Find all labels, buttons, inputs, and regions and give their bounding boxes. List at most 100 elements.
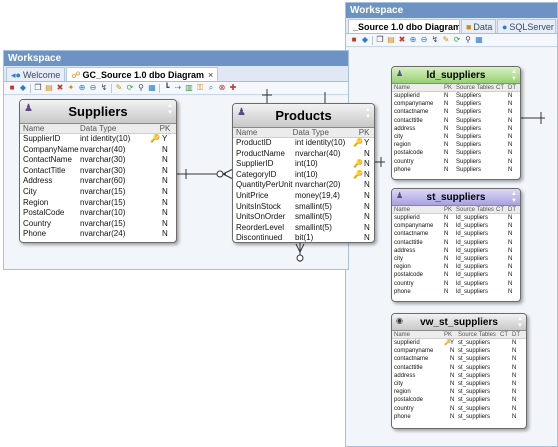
table-rows: supplierid Nld_suppliers N companyname Nld_… <box>392 214 520 296</box>
field-source: ld_suppliers <box>456 255 489 262</box>
field-name: address <box>394 247 416 254</box>
table-ld-suppliers[interactable]: ♟ ld_suppliers ▲ ▼ Name PK Source Tables … <box>391 66 521 180</box>
table-row[interactable]: City nvarchar(15) N <box>20 187 176 198</box>
table-row[interactable]: country Nst_suppliers N <box>392 405 526 413</box>
field-dt: N <box>508 215 513 221</box>
field-name: contacttitle <box>394 117 423 124</box>
table-row[interactable]: region N Suppliers N <box>392 141 520 149</box>
table-row[interactable]: city Nld_suppliers N <box>392 255 520 263</box>
table-row[interactable]: phone Nst_suppliers N <box>392 413 526 421</box>
table-row[interactable]: UnitPrice money(19,4) N <box>233 191 374 202</box>
field-dt: N <box>512 372 517 379</box>
table-row[interactable]: companyname Nst_suppliers N <box>392 347 526 355</box>
column-header-row: Name PK Source Tables CT DT <box>392 331 526 339</box>
field-dt: N <box>508 117 513 124</box>
field-type: smallint(5) <box>295 222 332 232</box>
table-row[interactable]: address N Suppliers N <box>392 125 520 133</box>
table-header[interactable]: ◉ vw_st_suppliers ▲ ▼ <box>392 314 526 331</box>
table-row[interactable]: ProductID int identity(10) 🔑 Y <box>233 138 374 149</box>
table-row[interactable]: contactname Nld_suppliers N <box>392 230 520 238</box>
field-dt: N <box>508 272 513 279</box>
table-header[interactable]: ♟ Suppliers ▲ ▼ <box>20 100 176 124</box>
table-header[interactable]: ♟ ld_suppliers ▲ ▼ <box>392 67 520 84</box>
table-row[interactable]: contacttitle Nst_suppliers N <box>392 364 526 372</box>
table-header[interactable]: ♟ Products ▲ ▼ <box>233 104 374 128</box>
field-pk: N <box>364 159 370 169</box>
field-name: postalcode <box>394 272 424 279</box>
field-pk: N <box>450 364 455 371</box>
field-name: ReorderLevel <box>236 222 285 232</box>
table-row[interactable]: companyname N Suppliers N <box>392 100 520 108</box>
field-name: city <box>394 255 403 262</box>
table-row[interactable]: region Nld_suppliers N <box>392 263 520 271</box>
table-row[interactable]: ProductName nvarchar(40) N <box>233 149 374 160</box>
table-row[interactable]: Address nvarchar(60) N <box>20 176 176 187</box>
scroll-arrows-icon[interactable]: ▲ ▼ <box>167 103 173 117</box>
field-type: nvarchar(20) <box>295 180 341 190</box>
table-row[interactable]: city N Suppliers N <box>392 133 520 141</box>
scroll-arrows-icon[interactable]: ▲ ▼ <box>511 69 517 83</box>
table-suppliers[interactable]: ♟ Suppliers ▲ ▼ Name Data Type PK Supplie… <box>19 99 177 243</box>
field-ct <box>496 117 508 125</box>
table-row[interactable]: contacttitle Nld_suppliers N <box>392 239 520 247</box>
field-pk: N <box>162 176 168 186</box>
table-row[interactable]: Phone nvarchar(24) N <box>20 229 176 240</box>
table-vw-st-suppliers[interactable]: ◉ vw_st_suppliers ▲ ▼ Name PK Source Tabl… <box>391 313 527 429</box>
field-dt: N <box>508 109 513 116</box>
field-name: country <box>394 405 414 412</box>
table-row[interactable]: postalcode Nld_suppliers N <box>392 271 520 279</box>
scroll-arrows-icon[interactable]: ▲ ▼ <box>517 316 523 330</box>
table-row[interactable]: ReorderLevel smallint(5) N <box>233 223 374 234</box>
field-name: Discontinued <box>236 233 283 243</box>
table-row[interactable]: UnitsOnOrder smallint(5) N <box>233 212 374 223</box>
table-row[interactable]: phone Nld_suppliers N <box>392 288 520 296</box>
field-dt: N <box>508 264 513 271</box>
relation-products-bottom-crow-b <box>299 243 305 253</box>
table-row[interactable]: contactname Nst_suppliers N <box>392 355 526 363</box>
field-name: Address <box>23 176 53 186</box>
table-row[interactable]: PostalCode nvarchar(10) N <box>20 208 176 219</box>
table-row[interactable]: Discontinued bit(1) N <box>233 233 374 243</box>
table-row[interactable]: QuantityPerUnit nvarchar(20) N <box>233 180 374 191</box>
table-row[interactable]: CategoryID int(10) 🔑 N <box>233 170 374 181</box>
table-row[interactable]: address Nst_suppliers N <box>392 372 526 380</box>
field-name: country <box>394 280 414 287</box>
table-row[interactable]: contactname N Suppliers N <box>392 108 520 116</box>
field-pk: N <box>444 272 449 279</box>
table-row[interactable]: region Nst_suppliers N <box>392 388 526 396</box>
table-row[interactable]: country Nld_suppliers N <box>392 280 520 288</box>
col-ct-header: CT <box>500 332 508 338</box>
field-ct <box>496 158 508 166</box>
table-row[interactable]: Region nvarchar(15) N <box>20 198 176 209</box>
table-row[interactable]: postalcode Nst_suppliers N <box>392 396 526 404</box>
scroll-arrows-icon[interactable]: ▲ ▼ <box>365 107 371 121</box>
table-row[interactable]: SupplierID int(10) 🔑 N <box>233 159 374 170</box>
field-dt: N <box>508 158 513 165</box>
table-row[interactable]: companyname Nld_suppliers N <box>392 222 520 230</box>
table-row[interactable]: ContactTitle nvarchar(30) N <box>20 166 176 177</box>
table-row[interactable]: supplierid N Suppliers N <box>392 92 520 100</box>
table-row[interactable]: SupplierID int identity(10) 🔑 Y <box>20 134 176 145</box>
table-products[interactable]: ♟ Products ▲ ▼ Name Data Type PK ProductI… <box>232 103 375 243</box>
table-row[interactable]: UnitsInStock smallint(5) N <box>233 202 374 213</box>
table-row[interactable]: ContactName nvarchar(30) N <box>20 155 176 166</box>
table-row[interactable]: city Nst_suppliers N <box>392 380 526 388</box>
table-row[interactable]: supplierid🔑Yst_suppliersN <box>392 339 526 347</box>
table-row[interactable]: country N Suppliers N <box>392 158 520 166</box>
field-pk: N <box>364 212 370 222</box>
table-st-suppliers[interactable]: ♟ st_suppliers ▲ ▼ Name PK Source Tables … <box>391 188 521 302</box>
table-row[interactable]: address Nld_suppliers N <box>392 247 520 255</box>
table-row[interactable]: contacttitle N Suppliers N <box>392 117 520 125</box>
field-pk: N <box>444 264 449 271</box>
relation-products-bottom-crow-a <box>295 243 301 253</box>
scroll-arrows-icon[interactable]: ▲ ▼ <box>511 191 517 205</box>
table-row[interactable]: postalcode N Suppliers N <box>392 149 520 157</box>
table-header[interactable]: ♟ st_suppliers ▲ ▼ <box>392 189 520 206</box>
table-row[interactable]: phone N Suppliers N <box>392 166 520 174</box>
field-ct <box>496 166 508 174</box>
table-row[interactable]: CompanyName nvarchar(40) N <box>20 145 176 156</box>
table-row[interactable]: supplierid Nld_suppliers N <box>392 214 520 222</box>
table-row[interactable]: Country nvarchar(15) N <box>20 219 176 230</box>
field-source: Suppliers <box>456 125 482 132</box>
field-name: ProductID <box>236 138 272 147</box>
